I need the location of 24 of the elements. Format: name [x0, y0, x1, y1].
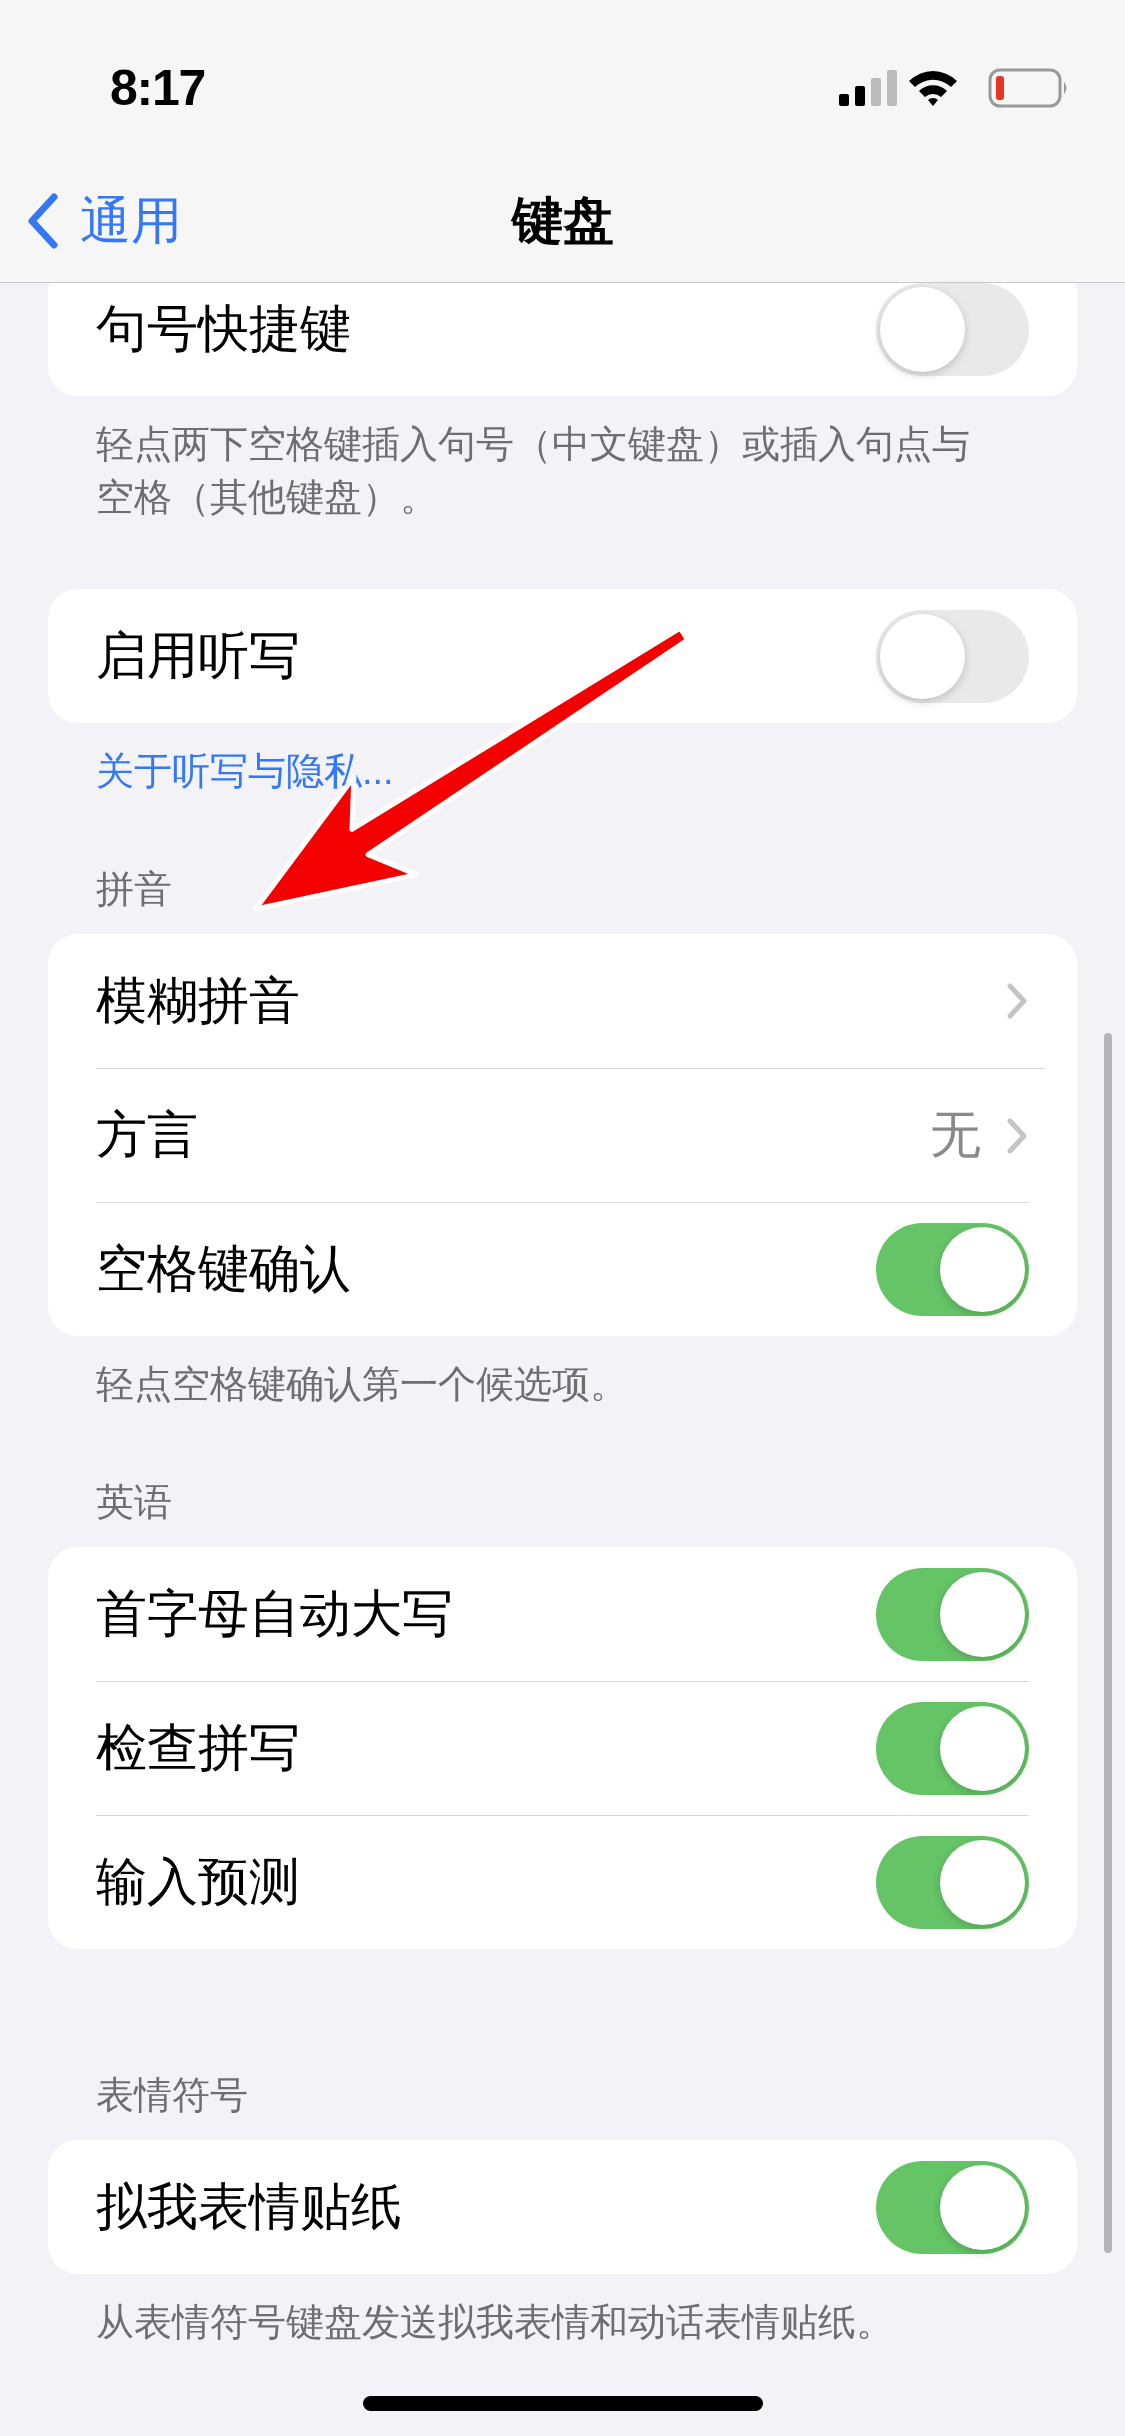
section-footer: 轻点空格键确认第一个候选项。: [96, 1358, 1006, 1411]
settings-row[interactable]: 模糊拼音: [96, 934, 1045, 1068]
page-title: 键盘: [511, 191, 614, 251]
chevron-icon: [1007, 1117, 1027, 1154]
wifi-icon: [907, 68, 959, 106]
setting-label: 句号快捷键: [96, 298, 351, 359]
section-footer: 从表情符号键盘发送拟我表情和动话表情贴纸。: [96, 2296, 1006, 2349]
setting-label: 拟我表情贴纸: [96, 2176, 402, 2237]
setting-label: 输入预测: [96, 1852, 300, 1913]
back-chevron-icon: [26, 193, 58, 250]
setting-label: 首字母自动大写: [96, 1583, 453, 1644]
section-footer: 轻点两下空格键插入句号（中文键盘）或插入句点与空格（其他键盘）。: [96, 418, 1006, 524]
setting-label: 空格键确认: [96, 1239, 351, 1300]
signal-icon: [839, 70, 897, 106]
setting-label: 检查拼写: [96, 1718, 300, 1779]
section-header: 拼音: [96, 867, 173, 912]
section-header: 英语: [96, 1480, 173, 1525]
settings-row[interactable]: 方言 无: [96, 1068, 1045, 1202]
setting-value: 无: [930, 1105, 981, 1166]
chevron-icon: [1007, 983, 1027, 1019]
setting-label: 启用听写: [96, 625, 300, 686]
back-button[interactable]: 通用: [26, 183, 182, 260]
status-time: 8:17: [110, 58, 206, 118]
section-header: 表情符号: [96, 2073, 249, 2118]
